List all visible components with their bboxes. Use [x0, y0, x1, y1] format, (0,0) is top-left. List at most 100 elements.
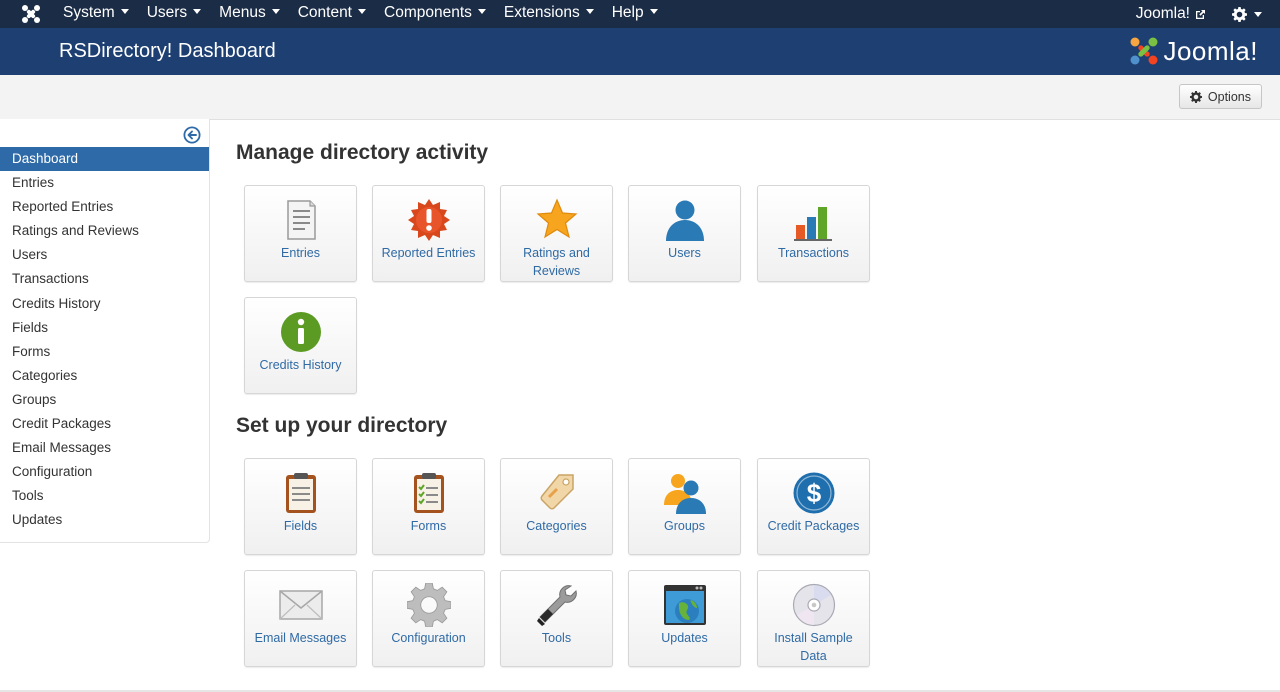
settings-menu[interactable]	[1232, 6, 1262, 22]
caret-down-icon	[1254, 11, 1262, 17]
tile-configuration[interactable]: Configuration	[372, 570, 485, 667]
tile-label: Fields	[283, 519, 318, 533]
gear-icon	[1189, 90, 1202, 103]
caret-down-icon	[358, 9, 366, 15]
menu-help[interactable]: Help	[603, 0, 667, 28]
options-button[interactable]: Options	[1178, 84, 1262, 109]
caret-down-icon	[649, 9, 658, 15]
page-header: RSDirectory! Dashboard Joomla!	[0, 28, 1280, 75]
tile-label: Email Messages	[254, 631, 347, 645]
sidebar-item-configuration[interactable]: Configuration	[0, 460, 209, 484]
menu-label: Content	[297, 4, 352, 21]
bar-chart-icon	[794, 207, 832, 241]
sidebar-item-email-messages[interactable]: Email Messages	[0, 436, 209, 460]
manage-section-title: Manage directory activity	[236, 141, 489, 164]
sidebar-item-fields[interactable]: Fields	[0, 316, 209, 340]
tile-ratings-and-reviews[interactable]: Ratings and Reviews	[500, 185, 613, 282]
tile-entries[interactable]: Entries	[244, 185, 357, 282]
tile-label: Entries	[281, 246, 320, 260]
tile-label: Configuration	[391, 631, 466, 645]
sidebar-item-reported-entries[interactable]: Reported Entries	[0, 195, 209, 219]
sidebar-item-entries[interactable]: Entries	[0, 171, 209, 195]
star-icon	[536, 198, 578, 239]
tile-label: Install Sample Data	[774, 631, 853, 663]
tile-install-sample-data[interactable]: Install Sample Data	[757, 570, 870, 667]
tile-transactions[interactable]: Transactions	[757, 185, 870, 282]
tile-groups[interactable]: Groups	[628, 458, 741, 555]
tile-credit-packages[interactable]: $ Credit Packages	[757, 458, 870, 555]
tile-updates[interactable]: Updates	[628, 570, 741, 667]
joomla-logo-icon	[1130, 37, 1158, 65]
top-navbar: System Users Menus Content Components Ex…	[0, 0, 1280, 28]
gear-icon	[1232, 6, 1247, 22]
sidebar-item-ratings-and-reviews[interactable]: Ratings and Reviews	[0, 219, 209, 243]
sidebar-item-transactions[interactable]: Transactions	[0, 267, 209, 291]
joomla-brand: Joomla!	[1129, 32, 1258, 70]
menu-label: Help	[611, 4, 644, 21]
tile-label: Reported Entries	[381, 246, 476, 260]
menu-extensions[interactable]: Extensions	[495, 0, 603, 28]
menu-components[interactable]: Components	[375, 0, 495, 28]
tile-label: Credits History	[259, 358, 342, 372]
tile-categories[interactable]: Categories	[500, 458, 613, 555]
sidebar-item-credits-history[interactable]: Credits History	[0, 292, 209, 316]
caret-down-icon	[193, 9, 202, 15]
menu-label: Components	[384, 4, 472, 21]
sidebar-item-groups[interactable]: Groups	[0, 388, 209, 412]
sidebar-item-categories[interactable]: Categories	[0, 364, 209, 388]
users-icon	[664, 474, 706, 514]
tile-label: Ratings and Reviews	[523, 246, 590, 278]
tile-label: Tools	[541, 631, 572, 645]
menu-system[interactable]: System	[54, 0, 138, 28]
sidebar-item-forms[interactable]: Forms	[0, 340, 209, 364]
tile-reported-entries[interactable]: Reported Entries	[372, 185, 485, 282]
clipboard-icon	[286, 473, 316, 513]
setup-section-title: Set up your directory	[236, 414, 448, 437]
tile-label: Forms	[410, 519, 447, 533]
sidebar-item-users[interactable]: Users	[0, 243, 209, 267]
circle-arrow-left-icon[interactable]	[183, 126, 201, 144]
tile-fields[interactable]: Fields	[244, 458, 357, 555]
sidebar-item-credit-packages[interactable]: Credit Packages	[0, 412, 209, 436]
checklist-icon	[414, 473, 444, 513]
tile-email-messages[interactable]: Email Messages	[244, 570, 357, 667]
view-site-link[interactable]: Joomla!	[1136, 5, 1206, 23]
document-icon	[287, 200, 316, 240]
tile-users[interactable]: Users	[628, 185, 741, 282]
globe-window-icon	[664, 585, 706, 625]
tile-label: Credit Packages	[767, 519, 860, 533]
gear-icon	[407, 583, 451, 627]
sidebar-item-tools[interactable]: Tools	[0, 484, 209, 508]
options-label: Options	[1207, 89, 1251, 104]
tag-icon	[540, 474, 574, 510]
dollar-icon: $	[793, 472, 835, 514]
brand-text: Joomla!	[1163, 35, 1258, 66]
menu-content[interactable]: Content	[289, 0, 375, 28]
caret-down-icon	[120, 9, 129, 15]
toolbar: Options	[0, 75, 1280, 120]
envelope-icon	[279, 590, 323, 620]
tile-label: Categories	[526, 519, 587, 533]
tile-label: Groups	[664, 519, 705, 533]
page-title: RSDirectory! Dashboard	[59, 40, 276, 62]
navbar-right: Joomla!	[1136, 0, 1262, 28]
site-link-label: Joomla!	[1135, 5, 1190, 22]
sidebar-item-dashboard[interactable]: Dashboard	[0, 147, 209, 172]
main-menu: System Users Menus Content Components Ex…	[54, 0, 667, 28]
info-icon	[281, 312, 321, 352]
tile-forms[interactable]: Forms	[372, 458, 485, 555]
sidebar-item-updates[interactable]: Updates	[0, 508, 209, 532]
menu-menus[interactable]: Menus	[210, 0, 289, 28]
tile-credits-history[interactable]: Credits History	[244, 297, 357, 394]
user-icon	[666, 200, 704, 241]
tile-label: Users	[668, 246, 701, 260]
caret-down-icon	[271, 9, 280, 15]
caret-down-icon	[585, 9, 594, 15]
tile-tools[interactable]: Tools	[500, 570, 613, 667]
wrench-icon	[537, 585, 577, 626]
menu-users[interactable]: Users	[138, 0, 210, 28]
joomla-icon[interactable]	[20, 3, 42, 25]
external-link-icon	[1196, 9, 1205, 19]
menu-label: Extensions	[503, 4, 580, 21]
disc-icon	[792, 583, 836, 627]
